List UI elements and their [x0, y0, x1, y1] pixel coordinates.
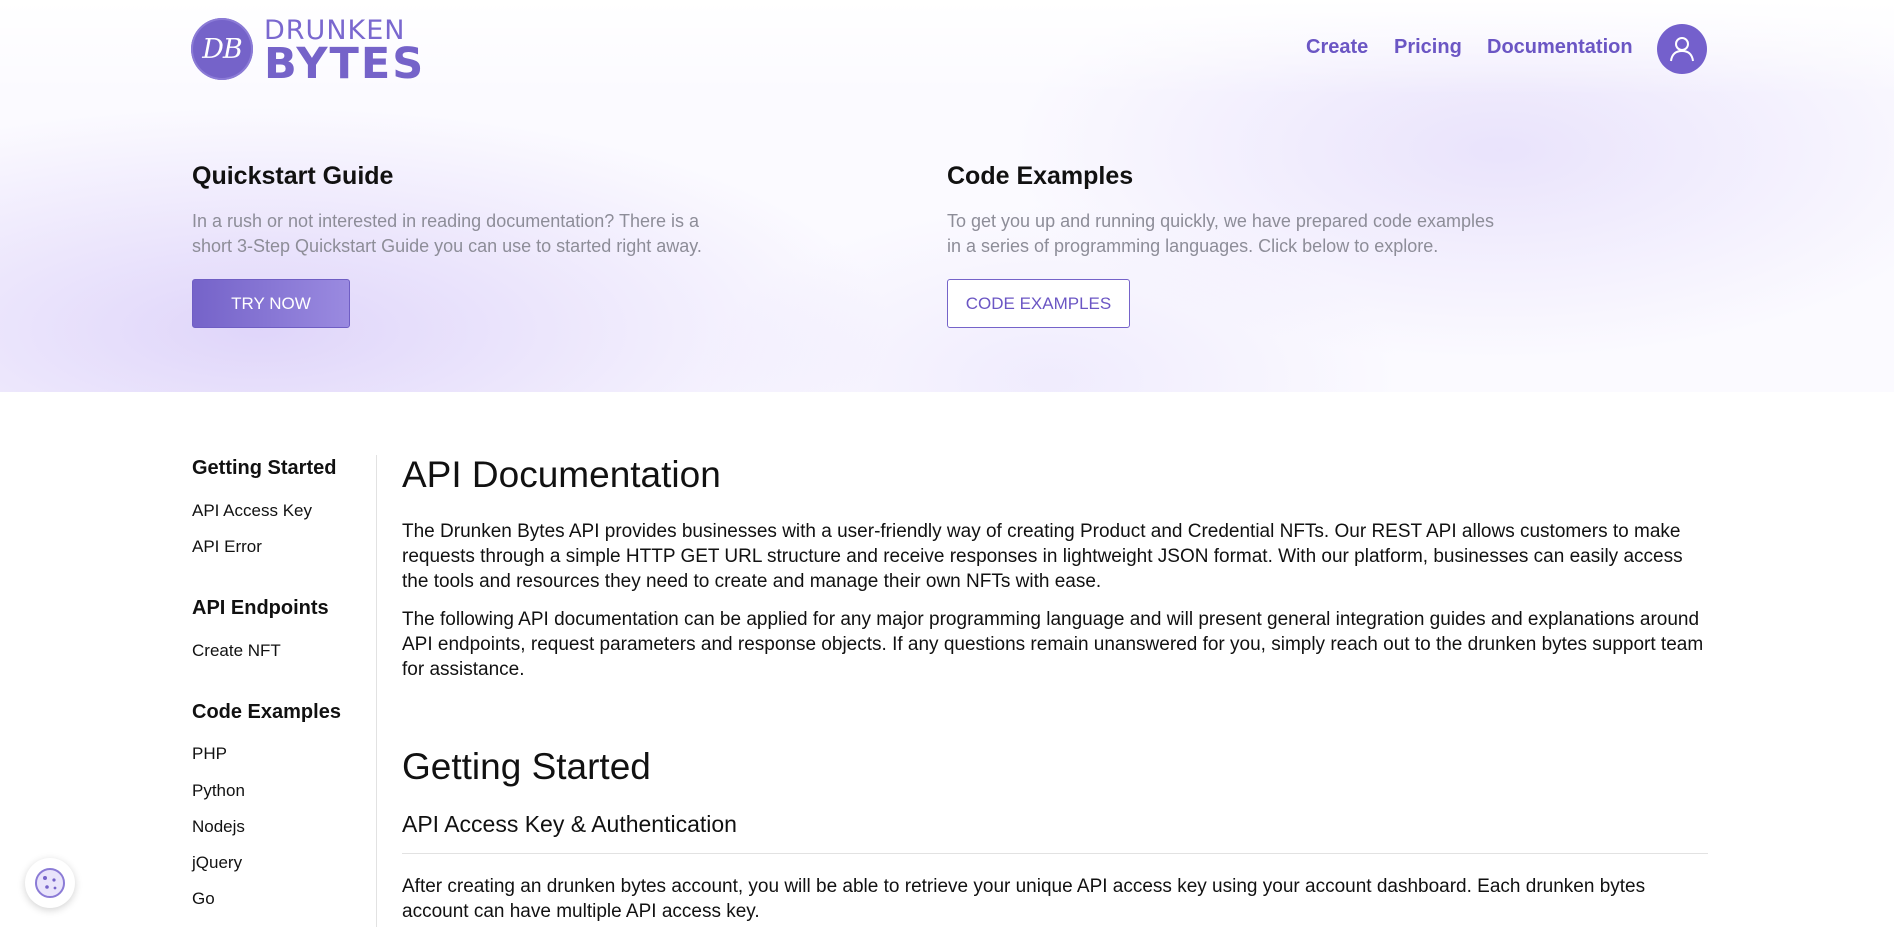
sidebar-heading-api-endpoints[interactable]: API Endpoints [192, 597, 329, 620]
code-examples-description-line: in a series of programming languages. Cl… [947, 236, 1439, 256]
nav-documentation-link[interactable]: Documentation [1487, 36, 1633, 59]
code-examples-title: Code Examples [947, 162, 1134, 190]
sidebar-item-go[interactable]: Go [192, 889, 215, 909]
intro-paragraph: The following API documentation can be a… [402, 609, 1704, 680]
sidebar-item-create-nft[interactable]: Create NFT [192, 641, 281, 661]
sidebar-heading-code-examples[interactable]: Code Examples [192, 701, 341, 724]
nav-pricing-link[interactable]: Pricing [1394, 36, 1462, 59]
sidebar-item-jquery[interactable]: jQuery [192, 853, 242, 873]
section-title-getting-started: Getting Started [402, 746, 651, 787]
sidebar-item-api-error[interactable]: API Error [192, 537, 262, 557]
code-examples-button[interactable]: CODE EXAMPLES [947, 279, 1130, 328]
try-now-button[interactable]: TRY NOW [192, 279, 350, 328]
account-avatar-button[interactable] [1657, 24, 1707, 74]
access-key-paragraph: After creating an drunken bytes account,… [402, 876, 1646, 922]
sidebar-heading-getting-started[interactable]: Getting Started [192, 457, 336, 480]
documentation-content: API Documentation The Drunken Bytes API … [402, 451, 1708, 924]
quickstart-description-line: short 3-Step Quickstart Guide you can us… [192, 236, 702, 256]
sidebar-divider [376, 455, 377, 927]
nav-create-link[interactable]: Create [1306, 36, 1368, 59]
code-examples-description: To get you up and running quickly, we ha… [947, 209, 1494, 259]
intro-paragraph: The Drunken Bytes API provides businesse… [402, 521, 1683, 592]
brand-logo[interactable]: DB DRUNKEN BYTES [191, 16, 423, 87]
user-icon [1670, 37, 1694, 62]
quickstart-description-line: In a rush or not interested in reading d… [192, 211, 699, 231]
code-examples-description-line: To get you up and running quickly, we ha… [947, 211, 1495, 231]
logo-word-bytes: BYTES [264, 39, 426, 89]
sidebar-item-python[interactable]: Python [192, 781, 245, 801]
sidebar-item-api-access-key[interactable]: API Access Key [192, 501, 312, 521]
section-divider [402, 853, 1708, 854]
page-title: API Documentation [402, 454, 721, 495]
sidebar-item-nodejs[interactable]: Nodejs [192, 817, 245, 837]
quickstart-description: In a rush or not interested in reading d… [192, 209, 702, 259]
sidebar-item-php[interactable]: PHP [192, 744, 227, 764]
cookie-icon [35, 868, 65, 898]
quickstart-title: Quickstart Guide [192, 162, 394, 190]
cookie-settings-button[interactable] [25, 858, 75, 908]
subsection-title-access-key: API Access Key & Authentication [402, 811, 737, 837]
logo-monogram: DB [191, 18, 253, 80]
